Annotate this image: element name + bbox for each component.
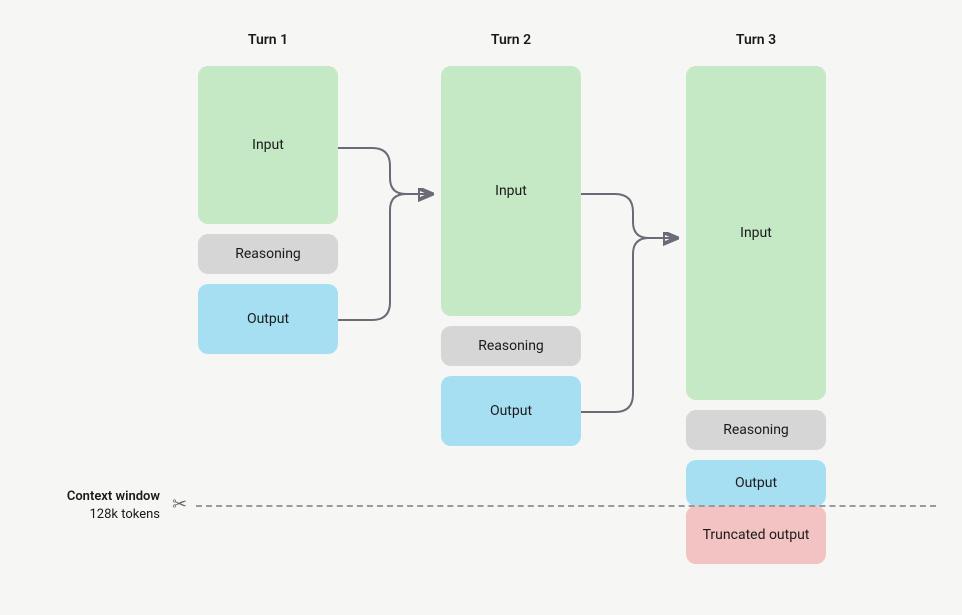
- turn2-input-block: Input: [441, 66, 581, 316]
- context-window-tokens: 128k tokens: [89, 507, 160, 522]
- turn1-output-block: Output: [198, 284, 338, 354]
- turn3-output-block: Output: [686, 460, 826, 506]
- context-window-label: Context window 128k tokens: [30, 488, 160, 523]
- turn3-truncated-block: Truncated output: [686, 506, 826, 564]
- turn1-header: Turn 1: [198, 32, 338, 48]
- turn2-output-block: Output: [441, 376, 581, 446]
- arrow-t1-input-to-t2: [338, 148, 430, 194]
- turn3-reasoning-block: Reasoning: [686, 410, 826, 450]
- diagram-canvas: Turn 1 Turn 2 Turn 3 Input Reasoning Out…: [0, 0, 962, 615]
- scissors-icon: ✂: [172, 494, 187, 515]
- turn2-header: Turn 2: [441, 32, 581, 48]
- arrow-t2-output-to-t3: [581, 238, 649, 412]
- turn3-input-block: Input: [686, 66, 826, 400]
- context-window-title: Context window: [67, 489, 160, 504]
- turn1-reasoning-block: Reasoning: [198, 234, 338, 274]
- context-window-line: [196, 505, 936, 507]
- turn1-input-block: Input: [198, 66, 338, 224]
- arrow-t2-input-to-t3: [581, 194, 675, 238]
- turn2-reasoning-block: Reasoning: [441, 326, 581, 366]
- arrow-t1-output-to-t2: [338, 194, 406, 320]
- turn3-header: Turn 3: [686, 32, 826, 48]
